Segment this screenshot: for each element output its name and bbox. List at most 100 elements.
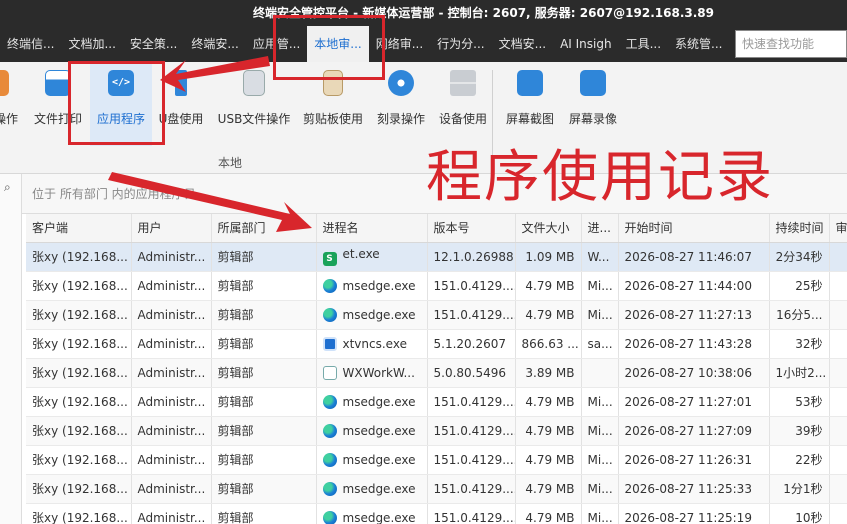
cell-audit bbox=[829, 329, 847, 359]
cell-process: msedge.exe bbox=[316, 387, 428, 417]
cell-user: Administr... bbox=[131, 445, 212, 475]
cell-file-size: 4.79 MB bbox=[515, 387, 582, 417]
column-user[interactable]: 用户 bbox=[131, 214, 212, 243]
ribbon-usb-file-operation-label: USB文件操作 bbox=[217, 112, 291, 126]
cell-duration: 25秒 bbox=[769, 271, 830, 301]
cell-department: 剪辑部 bbox=[211, 300, 317, 330]
edge-browser-icon bbox=[322, 481, 337, 496]
table-row[interactable]: 张xy (192.168... Administr... 剪辑部 msedge.exe… bbox=[26, 445, 847, 475]
column-audit[interactable]: 审 bbox=[829, 214, 847, 243]
cell-department: 剪辑部 bbox=[211, 271, 317, 301]
ribbon-operation[interactable]: 操作 bbox=[0, 62, 20, 146]
tab-ai-insight[interactable]: AI Insigh bbox=[553, 26, 619, 62]
cell-process: Set.exe bbox=[316, 242, 428, 272]
highlight-local-audit-tab bbox=[273, 15, 385, 80]
process-name: msedge.exe bbox=[342, 452, 416, 467]
column-proc2[interactable]: 进... bbox=[581, 214, 619, 243]
table-row[interactable]: 张xy (192.168... Administr... 剪辑部 msedge.exe… bbox=[26, 387, 847, 417]
cell-proc2: Mi... bbox=[581, 387, 619, 417]
cell-version: 151.0.4129.... bbox=[427, 503, 516, 524]
table-header-row: 客户端 用户 所属部门 进程名 版本号 文件大小 进... 开始时间 持续时间 … bbox=[26, 214, 847, 243]
table-row[interactable]: 张xy (192.168... Administr... 剪辑部 msedge.exe… bbox=[26, 503, 847, 524]
cell-department: 剪辑部 bbox=[211, 445, 317, 475]
cell-audit bbox=[829, 242, 847, 272]
tab-doc-encrypt[interactable]: 文档加... bbox=[61, 26, 122, 62]
edge-browser-icon bbox=[322, 423, 337, 438]
window-title: 终端安全管控平台 - 新媒体运营部 - 控制台: 2607, 服务器: 2607… bbox=[0, 0, 847, 26]
process-name: xtvncs.exe bbox=[342, 336, 407, 351]
cell-duration: 1小时2... bbox=[769, 358, 830, 388]
cell-process: msedge.exe bbox=[316, 416, 428, 446]
cell-duration: 53秒 bbox=[769, 387, 830, 417]
cell-client: 张xy (192.168... bbox=[26, 474, 132, 504]
cut-icon bbox=[0, 70, 9, 96]
search-icon[interactable]: ⌕ bbox=[4, 180, 11, 195]
column-duration[interactable]: 持续时间 bbox=[769, 214, 830, 243]
cell-start-time: 2026-08-27 11:43:28 bbox=[618, 329, 770, 359]
cell-start-time: 2026-08-27 11:25:33 bbox=[618, 474, 770, 504]
tab-security-policy[interactable]: 安全策... bbox=[123, 26, 184, 62]
column-process[interactable]: 进程名 bbox=[316, 214, 428, 243]
cell-audit bbox=[829, 503, 847, 524]
highlight-application-button bbox=[68, 61, 165, 145]
camera-icon bbox=[517, 70, 543, 96]
usb-icon bbox=[175, 70, 187, 96]
cell-audit bbox=[829, 358, 847, 388]
cell-start-time: 2026-08-27 10:38:06 bbox=[618, 358, 770, 388]
cell-start-time: 2026-08-27 11:26:31 bbox=[618, 445, 770, 475]
cell-user: Administr... bbox=[131, 271, 212, 301]
cell-audit bbox=[829, 300, 847, 330]
table-row[interactable]: 张xy (192.168... Administr... 剪辑部 Set.exe 12.… bbox=[26, 242, 847, 272]
remote-app-icon bbox=[322, 336, 337, 351]
device-icon bbox=[450, 70, 476, 96]
usb-file-icon bbox=[243, 70, 265, 96]
cell-department: 剪辑部 bbox=[211, 358, 317, 388]
cell-client: 张xy (192.168... bbox=[26, 416, 132, 446]
table-row[interactable]: 张xy (192.168... Administr... 剪辑部 msedge.exe… bbox=[26, 300, 847, 330]
table-row[interactable]: 张xy (192.168... Administr... 剪辑部 msedge.exe… bbox=[26, 271, 847, 301]
ribbon-screen-record-label: 屏幕录像 bbox=[568, 112, 617, 126]
column-file-size[interactable]: 文件大小 bbox=[515, 214, 582, 243]
cell-department: 剪辑部 bbox=[211, 329, 317, 359]
cell-file-size: 4.79 MB bbox=[515, 271, 582, 301]
table-row[interactable]: 张xy (192.168... Administr... 剪辑部 msedge.exe… bbox=[26, 416, 847, 446]
tab-doc-security[interactable]: 文档安... bbox=[492, 26, 553, 62]
edge-browser-icon bbox=[322, 307, 337, 322]
cell-file-size: 4.79 MB bbox=[515, 445, 582, 475]
cell-version: 151.0.4129.... bbox=[427, 474, 516, 504]
column-version[interactable]: 版本号 bbox=[427, 214, 516, 243]
cell-process: msedge.exe bbox=[316, 503, 428, 524]
cell-file-size: 4.79 MB bbox=[515, 300, 582, 330]
process-name: msedge.exe bbox=[342, 423, 416, 438]
tab-system-management[interactable]: 系统管... bbox=[668, 26, 729, 62]
cell-start-time: 2026-08-27 11:44:00 bbox=[618, 271, 770, 301]
cell-version: 5.1.20.2607 bbox=[427, 329, 516, 359]
tab-tools[interactable]: 工具... bbox=[619, 26, 668, 62]
tab-behavior-analysis[interactable]: 行为分... bbox=[430, 26, 491, 62]
table-row[interactable]: 张xy (192.168... Administr... 剪辑部 msedge.exe… bbox=[26, 474, 847, 504]
table-row[interactable]: 张xy (192.168... Administr... 剪辑部 xtvncs.exe… bbox=[26, 329, 847, 359]
cell-version: 151.0.4129.... bbox=[427, 387, 516, 417]
ribbon-clipboard-label: 剪贴板使用 bbox=[302, 112, 363, 126]
tab-terminal-security[interactable]: 终端安... bbox=[184, 26, 245, 62]
quick-search-input[interactable]: 快速查找功能 bbox=[735, 30, 847, 58]
cell-user: Administr... bbox=[131, 300, 212, 330]
cell-version: 151.0.4129.... bbox=[427, 445, 516, 475]
cell-user: Administr... bbox=[131, 416, 212, 446]
cell-proc2 bbox=[581, 358, 619, 388]
cell-duration: 22秒 bbox=[769, 445, 830, 475]
cell-start-time: 2026-08-27 11:27:13 bbox=[618, 300, 770, 330]
table-row[interactable]: 张xy (192.168... Administr... 剪辑部 WXWorkW...… bbox=[26, 358, 847, 388]
edge-browser-icon bbox=[322, 452, 337, 467]
cell-client: 张xy (192.168... bbox=[26, 300, 132, 330]
cell-process: msedge.exe bbox=[316, 271, 428, 301]
cell-start-time: 2026-08-27 11:27:09 bbox=[618, 416, 770, 446]
tab-terminal-info[interactable]: 终端信... bbox=[0, 26, 61, 62]
column-department[interactable]: 所属部门 bbox=[211, 214, 317, 243]
ribbon-burn-operation-label: 刻录操作 bbox=[376, 112, 425, 126]
cell-start-time: 2026-08-27 11:25:19 bbox=[618, 503, 770, 524]
column-client[interactable]: 客户端 bbox=[26, 214, 132, 243]
wxwork-icon bbox=[322, 365, 337, 380]
cell-user: Administr... bbox=[131, 329, 212, 359]
column-start-time[interactable]: 开始时间 bbox=[618, 214, 770, 243]
